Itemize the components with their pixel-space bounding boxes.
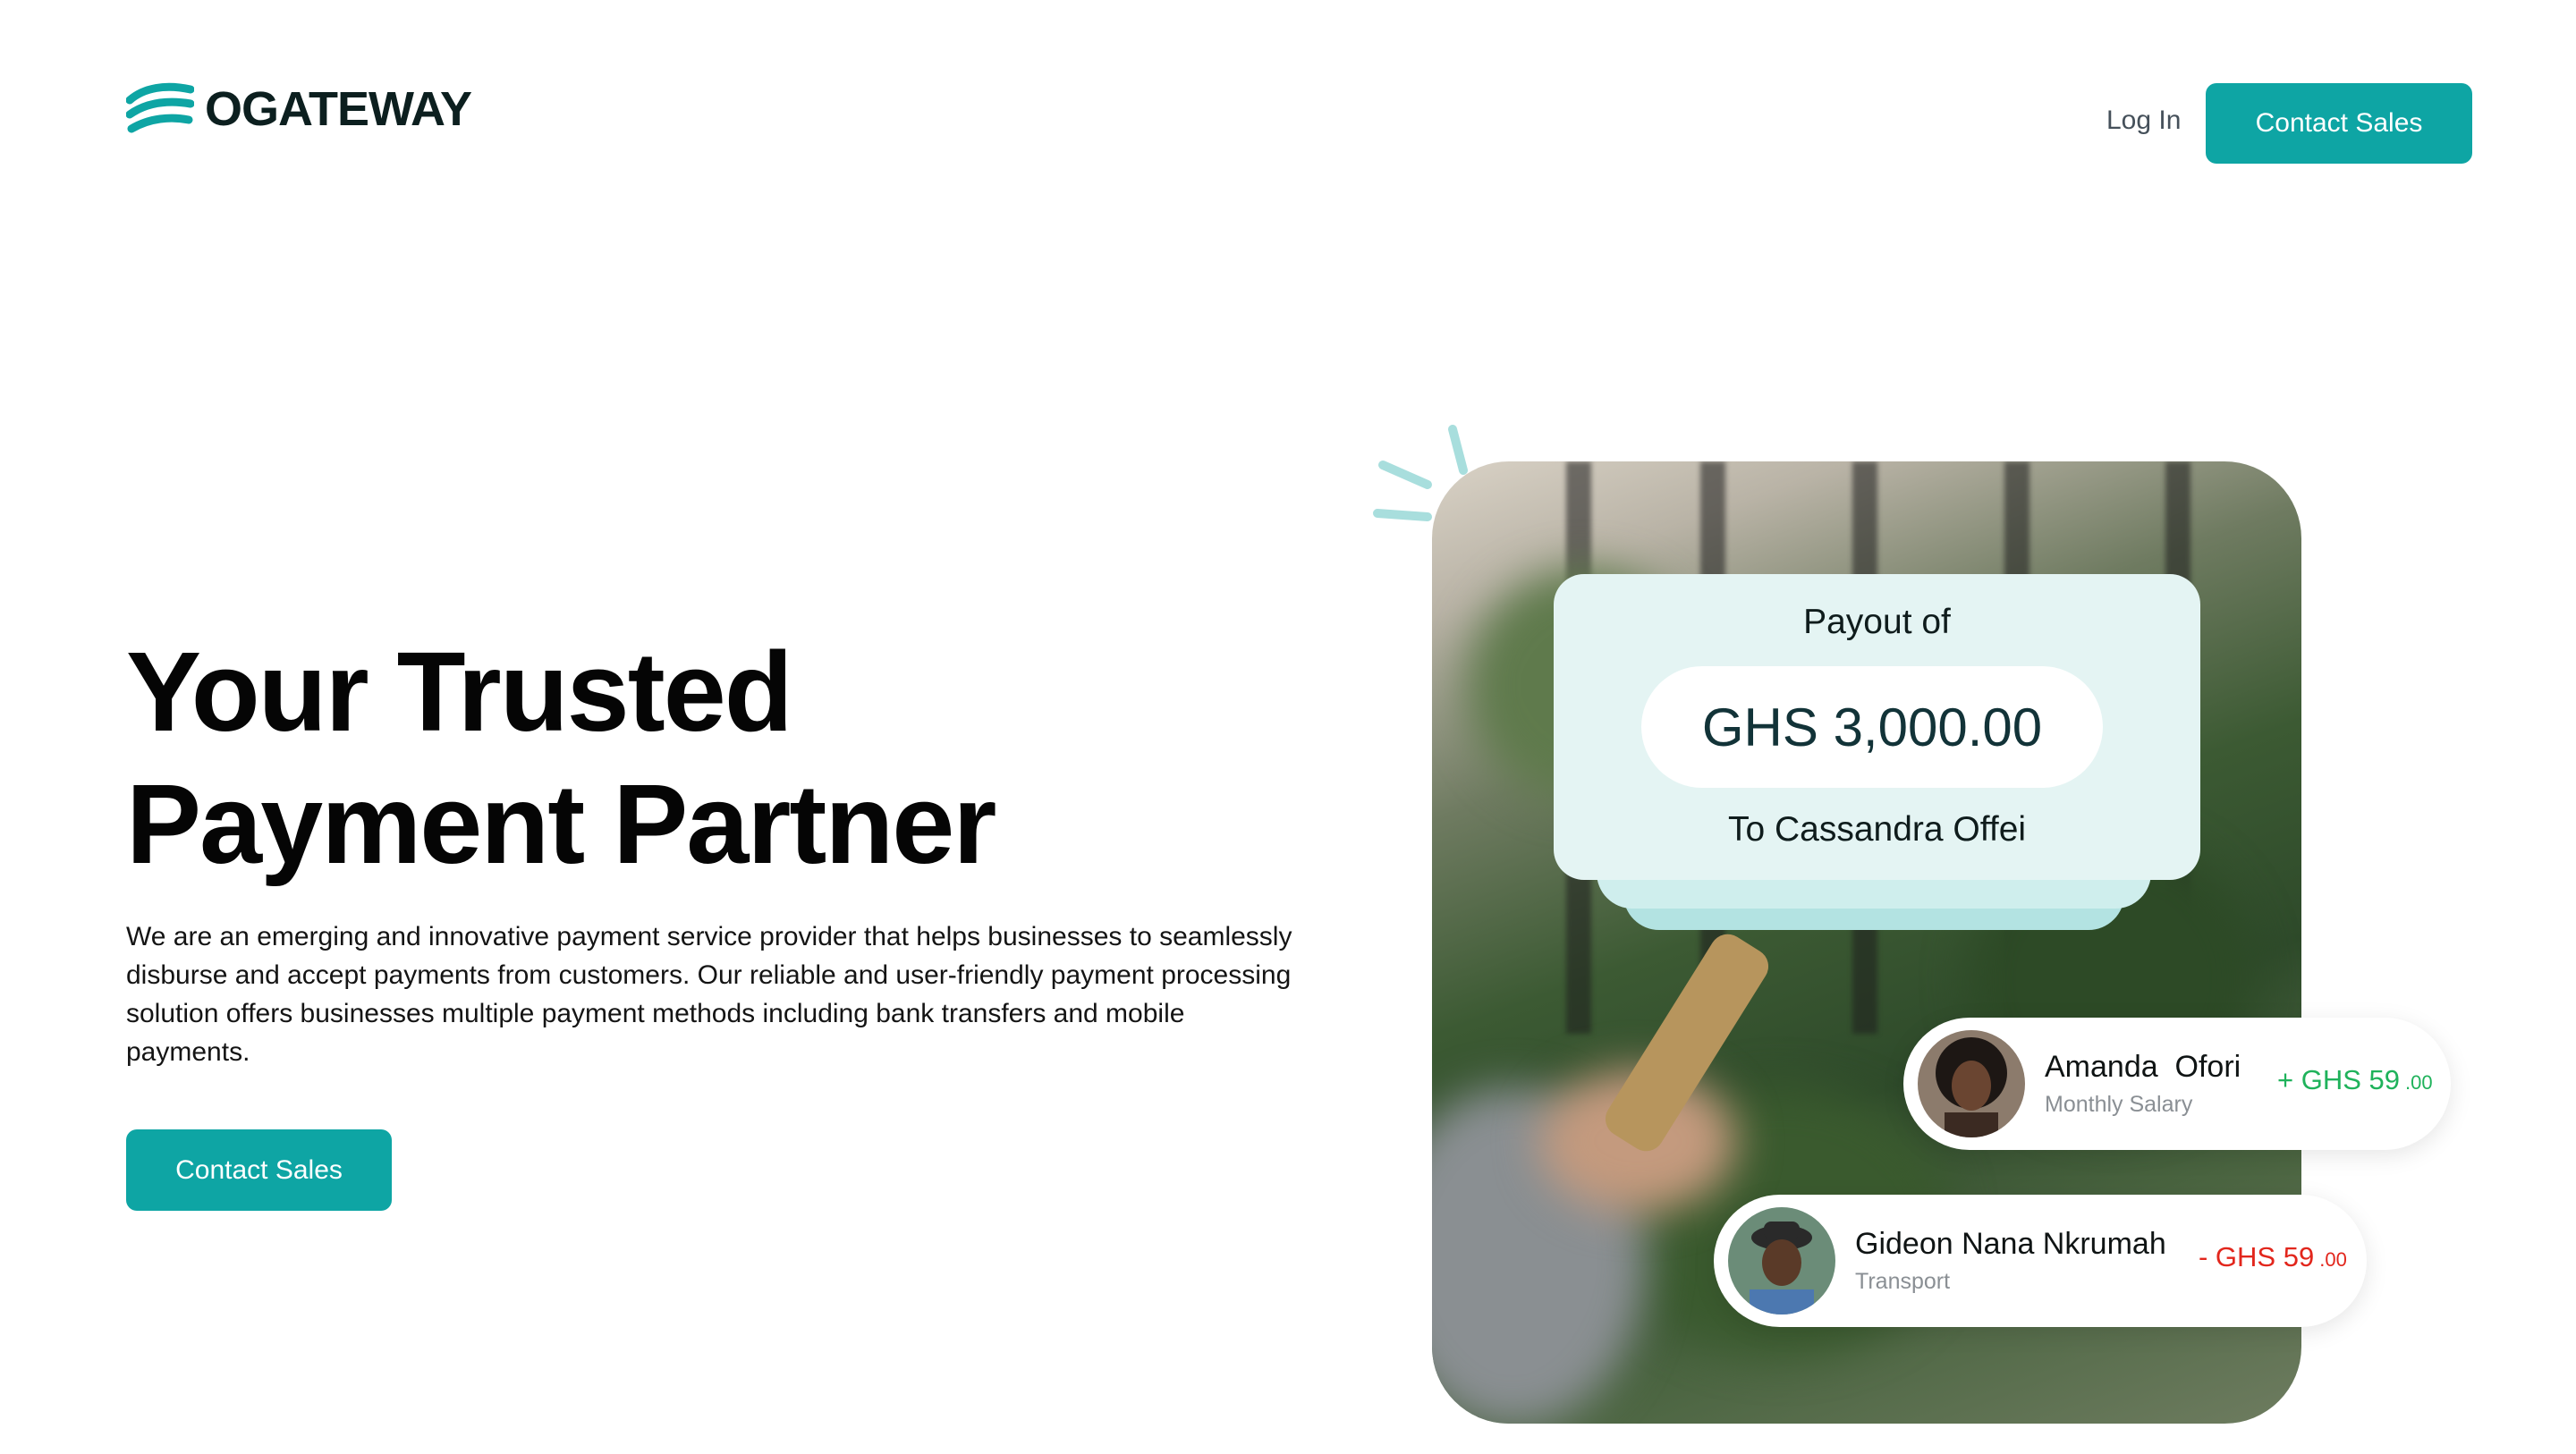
transaction-amount-cents: .00 xyxy=(2319,1248,2347,1271)
payout-card: Payout of GHS 3,000.00 To Cassandra Offe… xyxy=(1554,574,2200,880)
hero-title: Your Trusted Payment Partner xyxy=(126,626,996,891)
header-contact-sales-button[interactable]: Contact Sales xyxy=(2206,83,2472,164)
transaction-name: Gideon Nana Nkrumah xyxy=(1855,1227,2166,1261)
transaction-category: Transport xyxy=(1855,1269,1951,1294)
login-link[interactable]: Log In xyxy=(2106,106,2181,136)
transaction-card: Amanda Ofori Monthly Salary + GHS 59.00 xyxy=(1903,1018,2451,1150)
wave-logo-icon xyxy=(126,82,194,133)
transaction-amount-main: + GHS 59 xyxy=(2277,1064,2400,1095)
brand-logo[interactable]: OGATEWAY xyxy=(126,80,472,138)
transaction-info: Gideon Nana Nkrumah Transport xyxy=(1855,1227,2166,1295)
avatar xyxy=(1918,1030,2025,1137)
person-avatar-icon xyxy=(1728,1207,1835,1315)
transaction-amount: - GHS 59.00 xyxy=(2199,1241,2347,1273)
transaction-amount-cents: .00 xyxy=(2405,1071,2433,1094)
hero-description: We are an emerging and innovative paymen… xyxy=(126,922,1292,1067)
transaction-amount-main: - GHS 59 xyxy=(2199,1241,2315,1272)
payout-label: Payout of xyxy=(1803,603,1951,641)
person-avatar-icon xyxy=(1918,1030,2025,1137)
transaction-name: Amanda Ofori xyxy=(2045,1050,2241,1084)
transaction-amount: + GHS 59.00 xyxy=(2277,1064,2433,1096)
hero-title-line-2: Payment Partner xyxy=(126,761,996,887)
hero-contact-sales-button[interactable]: Contact Sales xyxy=(126,1129,392,1211)
transaction-info: Amanda Ofori Monthly Salary xyxy=(2045,1050,2241,1118)
transaction-card: Gideon Nana Nkrumah Transport - GHS 59.0… xyxy=(1714,1195,2367,1327)
avatar xyxy=(1728,1207,1835,1315)
payout-recipient: To Cassandra Offei xyxy=(1727,810,2027,849)
landing-page: OGATEWAY Log In Contact Sales Your Trust… xyxy=(0,0,2576,1454)
hero-title-line-1: Your Trusted xyxy=(126,629,793,755)
transaction-category: Monthly Salary xyxy=(2045,1092,2193,1117)
payout-amount: GHS 3,000.00 xyxy=(1641,666,2103,788)
brand-name: OGATEWAY xyxy=(205,82,472,136)
